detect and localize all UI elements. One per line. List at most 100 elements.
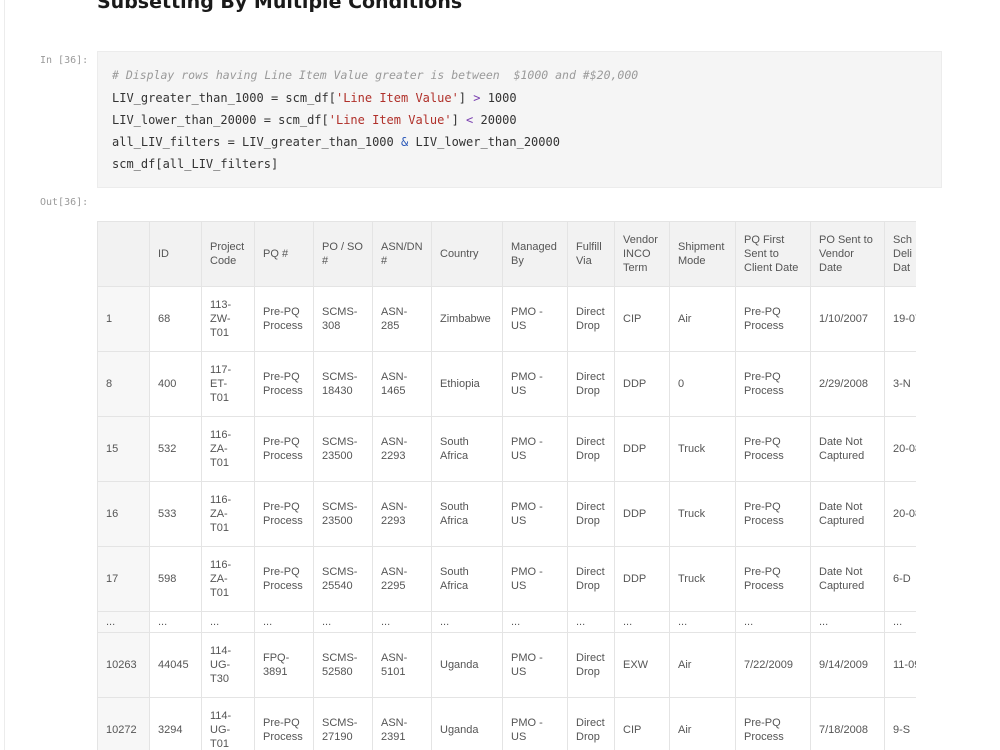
table-cell: PMO - US (502, 697, 568, 750)
output-table-container[interactable]: ID Project Code PQ # PO / SO # ASN/DN # Count… (97, 221, 916, 750)
row-index: 10263 (97, 632, 150, 698)
table-cell: EXW (614, 632, 670, 698)
table-cell: Direct Drop (567, 697, 615, 750)
row-index: 17 (97, 546, 150, 612)
table-cell: 6-D (884, 546, 916, 612)
table-cell: Zimbabwe (431, 286, 503, 352)
table-cell: 532 (149, 416, 202, 482)
table-cell: PMO - US (502, 351, 568, 417)
code-text: LIV_lower_than_20000 (408, 135, 560, 149)
code-cell[interactable]: # Display rows having Line Item Value gr… (97, 51, 942, 188)
table-cell: 9-S (884, 697, 916, 750)
notebook-left-border (4, 0, 5, 750)
table-cell: 116-ZA-T01 (201, 481, 255, 547)
code-text: LIV_lower_than_20000 = scm_df[ (112, 113, 329, 127)
table-cell: 117-ET-T01 (201, 351, 255, 417)
table-cell: PMO - US (502, 632, 568, 698)
row-index: 10272 (97, 697, 150, 750)
table-cell: PMO - US (502, 416, 568, 482)
table-cell: Air (669, 286, 736, 352)
column-header: PO Sent to Vendor Date (810, 221, 885, 287)
column-header: Country (431, 221, 503, 287)
table-body: 1 68 113-ZW-T01 Pre-PQ Process SCMS-308 ASN-2… (97, 286, 916, 750)
column-header: Fulfill Via (567, 221, 615, 287)
table-cell: SCMS-25540 (313, 546, 373, 612)
table-cell: DDP (614, 416, 670, 482)
code-string: 'Line Item Value' (328, 113, 452, 127)
table-cell: South Africa (431, 481, 503, 547)
table-row: ........................................… (97, 611, 916, 633)
table-cell: Direct Drop (567, 632, 615, 698)
table-cell: ... (884, 611, 916, 633)
table-cell: South Africa (431, 416, 503, 482)
table-cell: 7/18/2008 (810, 697, 885, 750)
output-prompt: Out[36]: (40, 197, 89, 208)
table-cell: SCMS-52580 (313, 632, 373, 698)
table-cell: ASN-2293 (372, 481, 432, 547)
table-cell: Pre-PQ Process (735, 286, 811, 352)
table-cell: ASN-285 (372, 286, 432, 352)
table-cell: Direct Drop (567, 546, 615, 612)
table-cell: Direct Drop (567, 351, 615, 417)
table-cell: 11-09 (884, 632, 916, 698)
table-cell: 0 (669, 351, 736, 417)
table-cell: ASN-1465 (372, 351, 432, 417)
row-index: 1 (97, 286, 150, 352)
table-cell: SCMS-27190 (313, 697, 373, 750)
table-cell: 400 (149, 351, 202, 417)
table-cell: Direct Drop (567, 481, 615, 547)
table-cell: Pre-PQ Process (735, 351, 811, 417)
table-cell: FPQ-3891 (254, 632, 314, 698)
table-cell: 2/29/2008 (810, 351, 885, 417)
table-row: 10272 3294 114-UG-T01 Pre-PQ Process SCMS-27… (97, 697, 916, 750)
column-header: Vendor INCO Term (614, 221, 670, 287)
code-text: 20000 (473, 113, 517, 127)
column-header: ASN/DN # (372, 221, 432, 287)
table-cell: 44045 (149, 632, 202, 698)
table-cell: Pre-PQ Process (735, 546, 811, 612)
table-cell: ... (735, 611, 811, 633)
table-cell: SCMS-23500 (313, 481, 373, 547)
column-header: PO / SO # (313, 221, 373, 287)
table-cell: Uganda (431, 697, 503, 750)
table-cell: Ethiopia (431, 351, 503, 417)
table-cell: 116-ZA-T01 (201, 416, 255, 482)
table-cell: Pre-PQ Process (254, 286, 314, 352)
table-row: 10263 44045 114-UG-T30 FPQ-3891 SCMS-52580 AS… (97, 632, 916, 698)
table-cell: ASN-2295 (372, 546, 432, 612)
table-cell: 20-08 (884, 481, 916, 547)
row-index: 15 (97, 416, 150, 482)
code-string: 'Line Item Value' (335, 91, 459, 105)
column-header: ID (149, 221, 202, 287)
table-cell: Truck (669, 416, 736, 482)
table-cell: ... (614, 611, 670, 633)
table-cell: SCMS-18430 (313, 351, 373, 417)
table-cell: ... (149, 611, 202, 633)
dataframe-table: ID Project Code PQ # PO / SO # ASN/DN # Count… (97, 221, 916, 750)
row-index: ... (97, 611, 150, 633)
table-cell: ASN-2391 (372, 697, 432, 750)
table-cell: Air (669, 632, 736, 698)
table-cell: ... (502, 611, 568, 633)
code-line-4: scm_df[all_LIV_filters] (112, 157, 279, 171)
table-cell: ... (201, 611, 255, 633)
table-cell: ... (313, 611, 373, 633)
table-cell: Pre-PQ Process (735, 697, 811, 750)
column-header: PQ First Sent to Client Date (735, 221, 811, 287)
table-cell: PMO - US (502, 546, 568, 612)
column-header: PQ # (254, 221, 314, 287)
table-cell: South Africa (431, 546, 503, 612)
section-heading: Subsetting By Multiple Conditions (97, 0, 463, 13)
table-cell: 113-ZW-T01 (201, 286, 255, 352)
table-cell: Pre-PQ Process (254, 546, 314, 612)
table-cell: SCMS-23500 (313, 416, 373, 482)
table-cell: Direct Drop (567, 286, 615, 352)
table-cell: Date Not Captured (810, 546, 885, 612)
column-header: Project Code (201, 221, 255, 287)
table-cell: Date Not Captured (810, 481, 885, 547)
table-cell: Truck (669, 481, 736, 547)
table-cell: 114-UG-T01 (201, 697, 255, 750)
row-index: 8 (97, 351, 150, 417)
column-header: Managed By (502, 221, 568, 287)
code-line-1: LIV_greater_than_1000 = scm_df['Line Ite… (112, 91, 517, 105)
